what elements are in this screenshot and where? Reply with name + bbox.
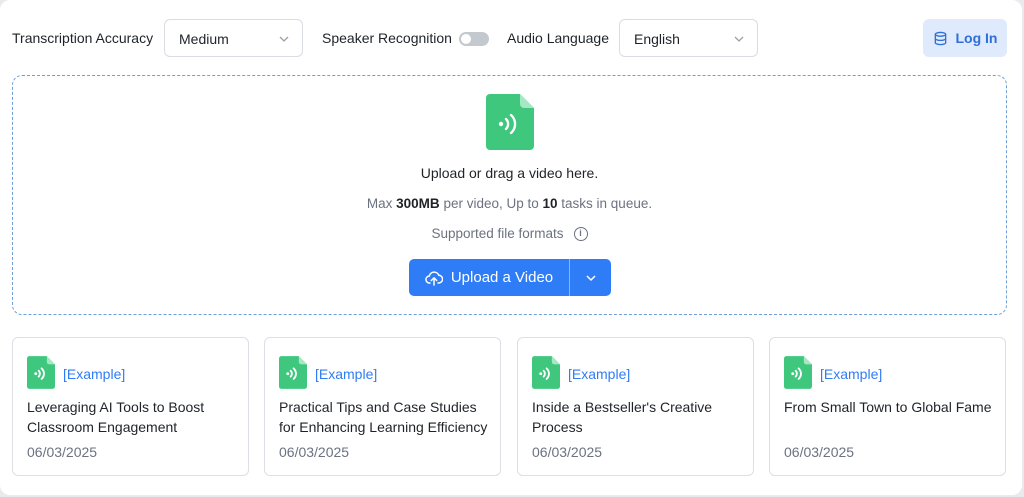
- accuracy-label: Transcription Accuracy: [12, 30, 154, 46]
- card-date: 06/03/2025: [279, 444, 350, 460]
- formats-label: Supported file formats: [431, 226, 564, 241]
- audio-file-icon: [279, 356, 307, 389]
- example-tag: [Example]: [63, 366, 126, 382]
- database-icon: [934, 31, 946, 45]
- audio-file-icon: [532, 356, 560, 389]
- info-icon[interactable]: i: [573, 226, 588, 241]
- card-title: From Small Town to Global Fame: [784, 399, 992, 415]
- example-tag: [Example]: [568, 366, 631, 382]
- login-label: Log In: [955, 30, 998, 46]
- language-value: English: [634, 31, 680, 47]
- limit-size: 300MB: [396, 196, 440, 211]
- chevron-down-icon: [585, 274, 596, 281]
- limit-prefix: Max: [366, 196, 397, 211]
- accuracy-value: Medium: [179, 31, 229, 47]
- accuracy-select[interactable]: Medium: [164, 19, 303, 57]
- example-tag: [Example]: [820, 366, 883, 382]
- chevron-down-icon: [279, 36, 289, 42]
- card-date: 06/03/2025: [784, 444, 855, 460]
- card-date: 06/03/2025: [27, 444, 98, 460]
- upload-video-button[interactable]: Upload a Video: [409, 259, 569, 296]
- supported-formats: Supported file formats i: [13, 226, 1006, 241]
- card-title: Inside a Bestseller's Creative Process: [532, 399, 713, 435]
- language-select[interactable]: English: [619, 19, 758, 57]
- upload-video-label: Upload a Video: [450, 269, 554, 286]
- main-panel: Transcription Accuracy Medium Speaker Re…: [0, 0, 1022, 495]
- upload-button-group: Upload a Video: [409, 259, 611, 297]
- card-title: Leveraging AI Tools to Boost Classroom E…: [27, 399, 205, 435]
- speaker-label: Speaker Recognition: [322, 30, 452, 46]
- language-label: Audio Language: [507, 30, 609, 46]
- upload-dropzone[interactable]: Upload or drag a video here. Max 300MB p…: [12, 75, 1007, 315]
- example-tag: [Example]: [315, 366, 378, 382]
- example-cards: [Example] Leveraging AI Tools to Boost C…: [12, 337, 1007, 477]
- limit-mid: per video, Up to: [439, 196, 543, 211]
- card-date: 06/03/2025: [532, 444, 603, 460]
- upload-options-button[interactable]: [569, 259, 611, 296]
- upload-limits: Max 300MB per video, Up to 10 tasks in q…: [13, 196, 1006, 211]
- limit-count: 10: [542, 196, 558, 211]
- card-title: Practical Tips and Case Studies for Enha…: [279, 399, 488, 435]
- audio-file-icon: [784, 356, 812, 389]
- example-card[interactable]: [Example] From Small Town to Global Fame…: [769, 337, 1006, 476]
- speaker-toggle[interactable]: [459, 32, 489, 46]
- login-button[interactable]: Log In: [923, 19, 1007, 57]
- cloud-upload-icon: [425, 270, 443, 286]
- dropzone-title: Upload or drag a video here.: [420, 165, 599, 181]
- toggle-knob: [461, 34, 471, 44]
- example-card[interactable]: [Example] Leveraging AI Tools to Boost C…: [12, 337, 249, 476]
- audio-file-icon: [486, 94, 534, 150]
- audio-file-icon: [27, 356, 55, 389]
- toolbar: Transcription Accuracy Medium Speaker Re…: [12, 19, 1010, 57]
- example-card[interactable]: [Example] Practical Tips and Case Studie…: [264, 337, 501, 476]
- example-card[interactable]: [Example] Inside a Bestseller's Creative…: [517, 337, 754, 476]
- chevron-down-icon: [734, 36, 744, 42]
- limit-suffix: tasks in queue.: [557, 196, 653, 211]
